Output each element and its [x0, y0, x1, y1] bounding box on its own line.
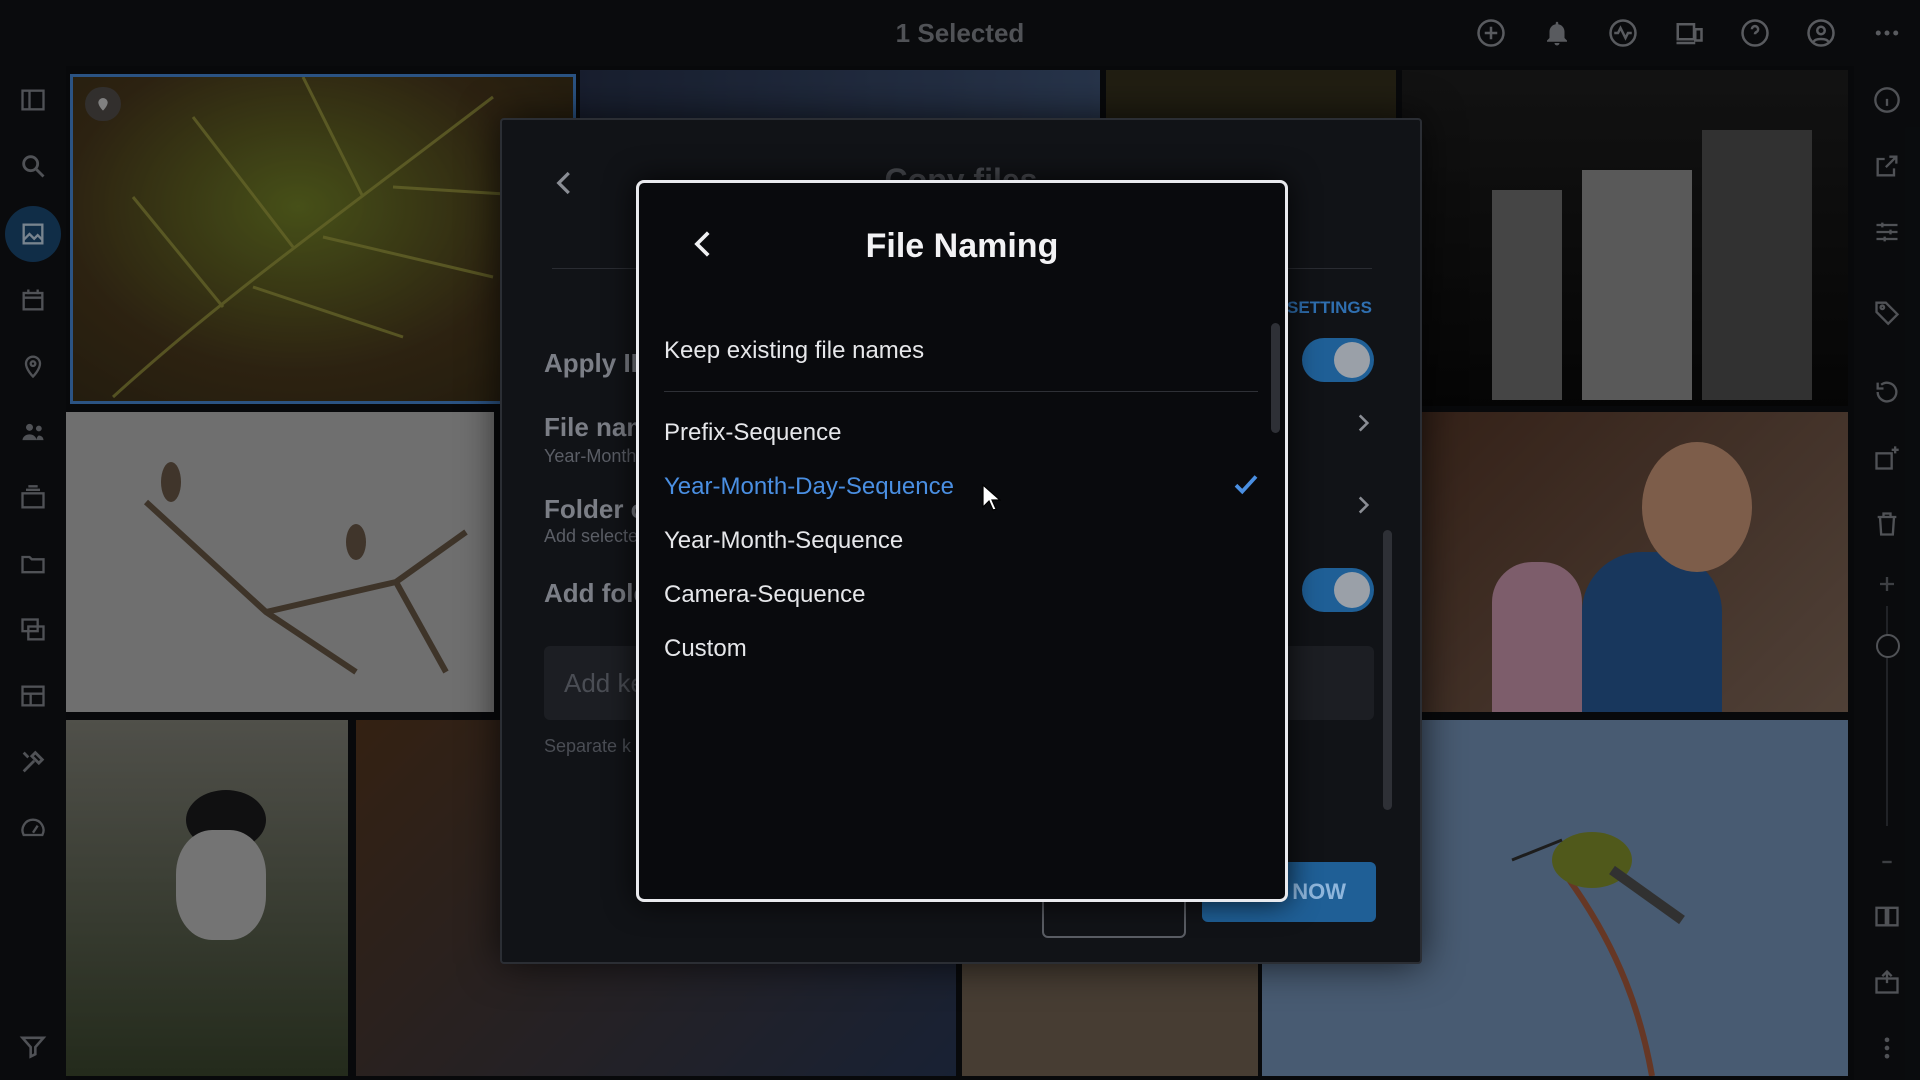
- divider: [664, 391, 1258, 392]
- apply-ip-label: Apply IP: [544, 348, 649, 378]
- keyword-placeholder: Add ke: [564, 668, 645, 698]
- keep-existing-option[interactable]: Keep existing file names: [664, 337, 924, 365]
- option-prefix-sequence[interactable]: Prefix-Sequence: [664, 419, 841, 447]
- list-scrollbar[interactable]: [1271, 323, 1280, 433]
- option-camera-sequence[interactable]: Camera-Sequence: [664, 581, 865, 609]
- dialog-scrollbar[interactable]: [1383, 530, 1392, 810]
- file-naming-label[interactable]: File nam: [544, 412, 649, 443]
- keyword-hint: Separate k: [544, 736, 632, 756]
- chevron-right-icon[interactable]: [1350, 410, 1376, 441]
- folder-value: Add selecte: [544, 526, 639, 546]
- settings-link[interactable]: SETTINGS: [1287, 298, 1372, 318]
- dialog-title: File Naming: [865, 227, 1059, 265]
- folder-label[interactable]: Folder o: [544, 494, 647, 525]
- file-naming-dialog: File Naming Keep existing file names Pre…: [636, 180, 1288, 902]
- checkmark-icon: [1231, 469, 1261, 504]
- file-naming-value: Year-Month: [544, 446, 637, 466]
- option-custom[interactable]: Custom: [664, 635, 747, 663]
- add-folder-toggle[interactable]: [1302, 568, 1374, 612]
- option-year-month-sequence[interactable]: Year-Month-Sequence: [664, 527, 903, 555]
- chevron-right-icon[interactable]: [1350, 492, 1376, 523]
- add-folder-label: Add fold: [544, 578, 650, 608]
- dialog-scroll-track: [1383, 120, 1392, 810]
- mouse-cursor-icon: [981, 483, 1002, 516]
- apply-ip-toggle[interactable]: [1302, 338, 1374, 382]
- option-year-month-day-sequence[interactable]: Year-Month-Day-Sequence: [664, 473, 954, 501]
